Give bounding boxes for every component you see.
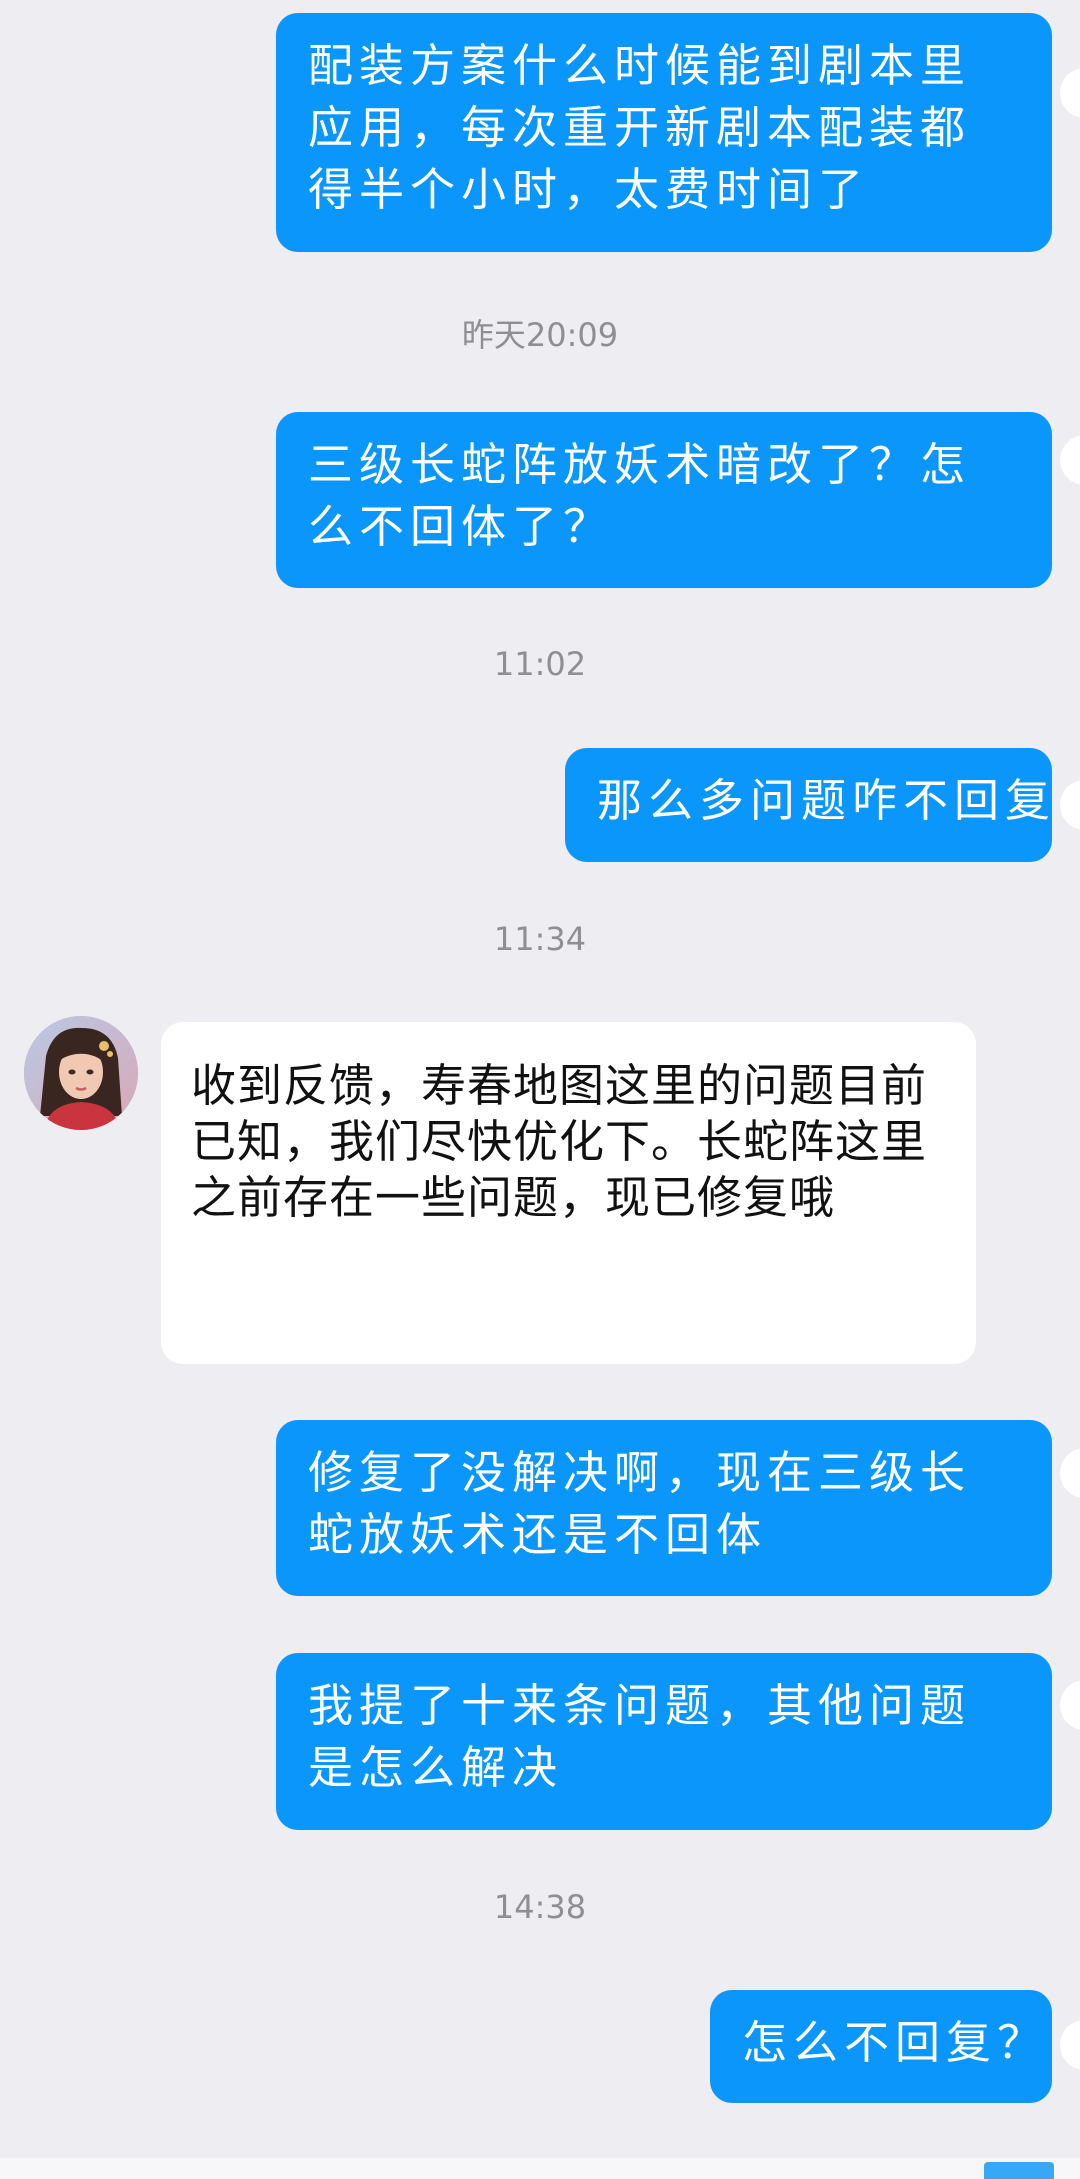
incoming-message[interactable]: 收到反馈，寿春地图这里的问题目前已知，我们尽快优化下。长蛇阵这里之前存在一些问题… [161,1022,976,1364]
outgoing-message[interactable]: 三级长蛇阵放妖术暗改了？怎么不回体了？ [276,412,1052,588]
outgoing-message[interactable]: 我提了十来条问题，其他问题是怎么解决 [276,1653,1052,1830]
timestamp: 11:02 [493,645,587,683]
timestamp: 11:34 [493,920,587,958]
my-avatar-edge [1060,68,1080,118]
outgoing-message[interactable]: 修复了没解决啊，现在三级长蛇放妖术还是不回体 [276,1420,1052,1596]
outgoing-message[interactable]: 怎么不回复？ [710,1990,1052,2103]
my-avatar-edge [1060,1680,1080,1730]
timestamp: 昨天20:09 [461,316,619,354]
support-agent-avatar[interactable] [24,1016,138,1130]
my-avatar-edge [1060,780,1080,830]
outgoing-message[interactable]: 配装方案什么时候能到剧本里应用，每次重开新剧本配装都得半个小时，太费时间了 [276,13,1052,252]
avatar-portrait-icon [24,1016,138,1130]
outgoing-message[interactable]: 那么多问题咋不回复 [565,748,1052,862]
chat-message-list[interactable]: 配装方案什么时候能到剧本里应用，每次重开新剧本配装都得半个小时，太费时间了 昨天… [0,0,1080,2179]
my-avatar-edge [1060,2020,1080,2070]
input-bar-edge [0,2158,1080,2179]
send-button-edge[interactable] [984,2162,1054,2179]
timestamp: 14:38 [493,1888,587,1926]
my-avatar-edge [1060,1448,1080,1498]
my-avatar-edge [1060,435,1080,485]
